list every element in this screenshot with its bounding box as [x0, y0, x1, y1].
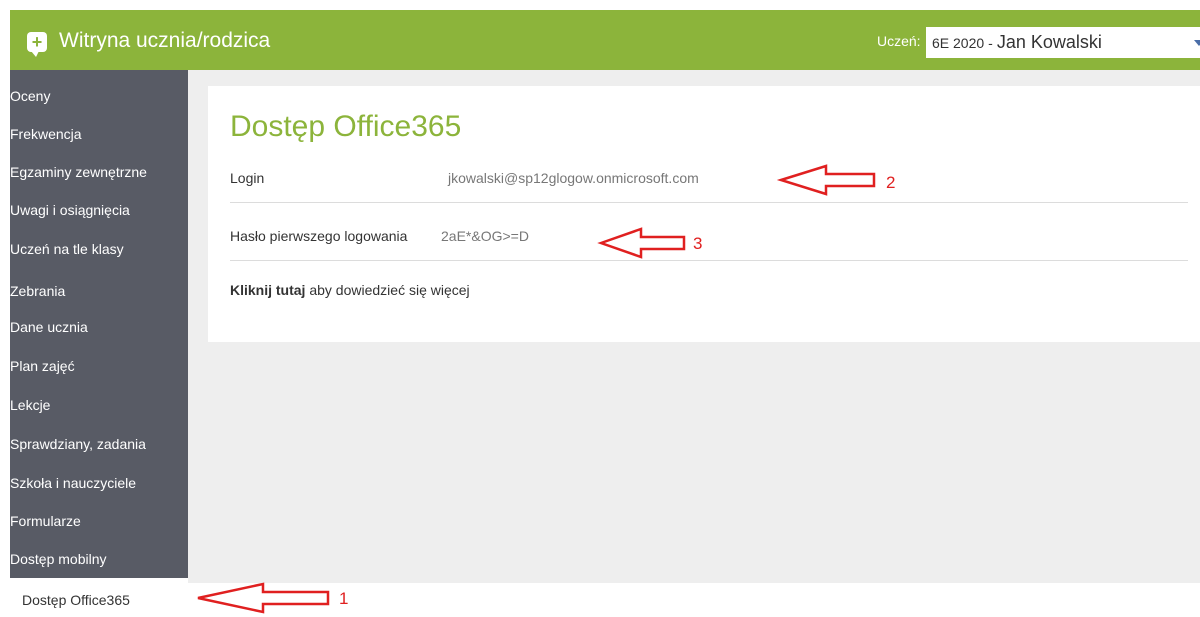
page: + Witryna ucznia/rodzica Uczeń: 6E 2020 … — [0, 0, 1200, 617]
sidebar-item-label: Dane ucznia — [10, 319, 88, 335]
student-separator: - — [988, 34, 993, 51]
divider — [230, 202, 1188, 203]
sidebar-item-dostep-mobilny[interactable]: Dostęp mobilny — [10, 540, 188, 578]
sidebar-item-label: Lekcje — [10, 397, 51, 413]
sidebar-item-label: Frekwencja — [10, 126, 82, 142]
sidebar-item-label: Dostęp Office365 — [22, 592, 130, 608]
annotation-arrow-1 — [197, 582, 330, 614]
sidebar-item-label: Uwagi i osiągnięcia — [10, 202, 130, 218]
sidebar-item-label: Plan zajęć — [10, 358, 75, 374]
sidebar-item-dane-ucznia[interactable]: Dane ucznia — [10, 308, 188, 346]
top-bar: + Witryna ucznia/rodzica Uczeń: 6E 2020 … — [10, 10, 1200, 70]
sidebar-item-label: Sprawdziany, zadania — [10, 436, 146, 452]
sidebar-item-formularze[interactable]: Formularze — [10, 502, 188, 540]
plus-chat-icon: + — [27, 32, 47, 57]
chevron-down-icon[interactable] — [1194, 40, 1200, 46]
sidebar-item-frekwencja[interactable]: Frekwencja — [10, 115, 188, 153]
sidebar-item-szkola[interactable]: Szkoła i nauczyciele — [10, 464, 188, 502]
sidebar-item-label: Egzaminy zewnętrzne — [10, 164, 147, 180]
student-label: Uczeń: — [877, 33, 921, 49]
annotation-number-3: 3 — [693, 234, 703, 253]
sidebar-item-label: Uczeń na tle klasy — [10, 241, 124, 257]
password-label: Hasło pierwszego logowania — [230, 228, 408, 244]
sidebar-item-oceny[interactable]: Oceny — [10, 77, 188, 115]
page-title: Dostęp Office365 — [230, 110, 462, 143]
sidebar-item-lekcje[interactable]: Lekcje — [10, 386, 188, 424]
student-select[interactable]: 6E 2020 - Jan Kowalski — [926, 27, 1200, 58]
student-name: Jan Kowalski — [996, 32, 1102, 52]
annotation-number-1: 1 — [339, 589, 349, 608]
sidebar-item-label: Zebrania — [10, 283, 66, 299]
sidebar: Oceny Frekwencja Egzaminy zewnętrzne Uwa… — [10, 70, 188, 578]
sidebar-item-uczen-na-tle-klasy[interactable]: Uczeń na tle klasy — [10, 230, 188, 268]
sidebar-item-label: Dostęp mobilny — [10, 551, 107, 567]
sidebar-item-egzaminy[interactable]: Egzaminy zewnętrzne — [10, 153, 188, 191]
login-label: Login — [230, 170, 265, 186]
annotation-arrow-2 — [776, 164, 876, 196]
app-title: Witryna ucznia/rodzica — [59, 29, 271, 52]
more-info-rest: aby dowiedzieć się więcej — [309, 282, 470, 298]
sidebar-item-zebrania[interactable]: Zebrania — [10, 272, 188, 310]
password-value: 2aE*&OG>=D — [441, 228, 529, 244]
click-here-link[interactable]: Kliknij tutaj — [230, 282, 305, 298]
sidebar-item-uwagi[interactable]: Uwagi i osiągnięcia — [10, 191, 188, 229]
sidebar-item-label: Szkoła i nauczyciele — [10, 475, 137, 491]
student-class: 6E 2020 — [932, 34, 985, 51]
more-info-text: Kliknij tutaj aby dowiedzieć się więcej — [230, 282, 470, 298]
sidebar-item-plan-zajec[interactable]: Plan zajęć — [10, 347, 188, 385]
annotation-arrow-3 — [597, 227, 686, 259]
sidebar-item-sprawdziany[interactable]: Sprawdziany, zadania — [10, 425, 188, 463]
sidebar-item-label: Formularze — [10, 513, 81, 529]
office365-card: Dostęp Office365 Login jkowalski@sp12glo… — [208, 86, 1200, 342]
login-value: jkowalski@sp12glogow.onmicrosoft.com — [448, 170, 699, 186]
annotation-number-2: 2 — [886, 173, 896, 192]
divider — [230, 260, 1188, 261]
sidebar-item-label: Oceny — [10, 88, 51, 104]
